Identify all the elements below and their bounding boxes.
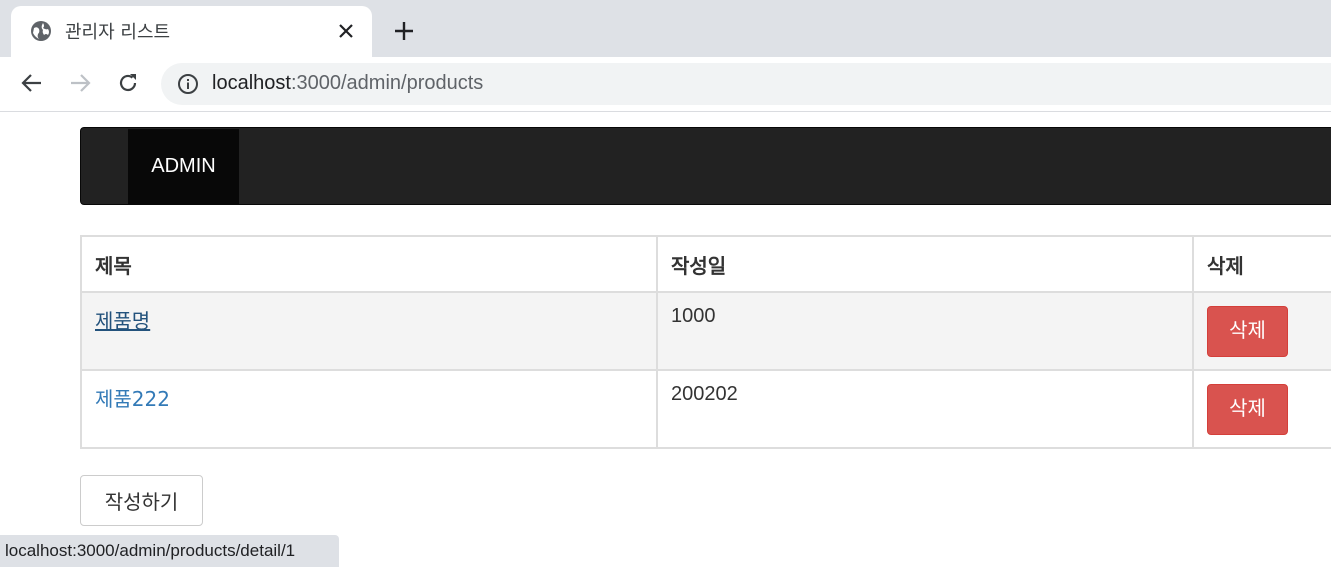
- address-bar[interactable]: localhost:3000/admin/products: [161, 63, 1331, 105]
- column-header-delete: 삭제: [1192, 235, 1331, 293]
- browser-tab-strip: 관리자 리스트: [0, 0, 1331, 57]
- column-header-date: 작성일: [656, 235, 1194, 293]
- url-path: :3000/admin/products: [290, 72, 484, 94]
- globe-icon: [30, 20, 52, 42]
- column-header-title: 제목: [80, 235, 658, 293]
- delete-cell: 삭제: [1192, 369, 1331, 449]
- delete-button[interactable]: 삭제: [1207, 306, 1288, 357]
- tab-title: 관리자 리스트: [65, 22, 171, 43]
- products-table: 제목 작성일 삭제 제품명 1000 삭제 제품222 200202 삭제: [80, 235, 1331, 449]
- table-row: 제품명 1000 삭제: [80, 291, 1331, 371]
- delete-cell: 삭제: [1192, 291, 1331, 371]
- browser-tab[interactable]: 관리자 리스트: [11, 6, 372, 57]
- write-button[interactable]: 작성하기: [80, 475, 203, 526]
- table-row: 제품222 200202 삭제: [80, 369, 1331, 449]
- delete-button[interactable]: 삭제: [1207, 384, 1288, 435]
- admin-navbar: ADMIN: [80, 127, 1331, 205]
- date-cell: 1000: [656, 291, 1194, 371]
- navbar-brand[interactable]: ADMIN: [128, 129, 239, 204]
- close-icon[interactable]: [335, 20, 357, 42]
- title-cell: 제품명: [80, 291, 658, 371]
- arrow-right-icon[interactable]: [67, 70, 93, 96]
- title-cell: 제품222: [80, 369, 658, 449]
- info-icon[interactable]: [177, 73, 199, 95]
- table-header-row: 제목 작성일 삭제: [80, 235, 1331, 293]
- url-text[interactable]: localhost:3000/admin/products: [212, 72, 483, 95]
- browser-toolbar: localhost:3000/admin/products: [0, 57, 1331, 112]
- date-cell: 200202: [656, 369, 1194, 449]
- url-host: localhost: [212, 72, 291, 94]
- product-title-link[interactable]: 제품222: [95, 387, 170, 411]
- arrow-left-icon[interactable]: [19, 70, 45, 96]
- plus-icon[interactable]: [391, 18, 417, 44]
- status-bar-url: localhost:3000/admin/products/detail/1: [0, 535, 339, 567]
- reload-icon[interactable]: [115, 70, 141, 96]
- product-title-link[interactable]: 제품명: [95, 309, 150, 333]
